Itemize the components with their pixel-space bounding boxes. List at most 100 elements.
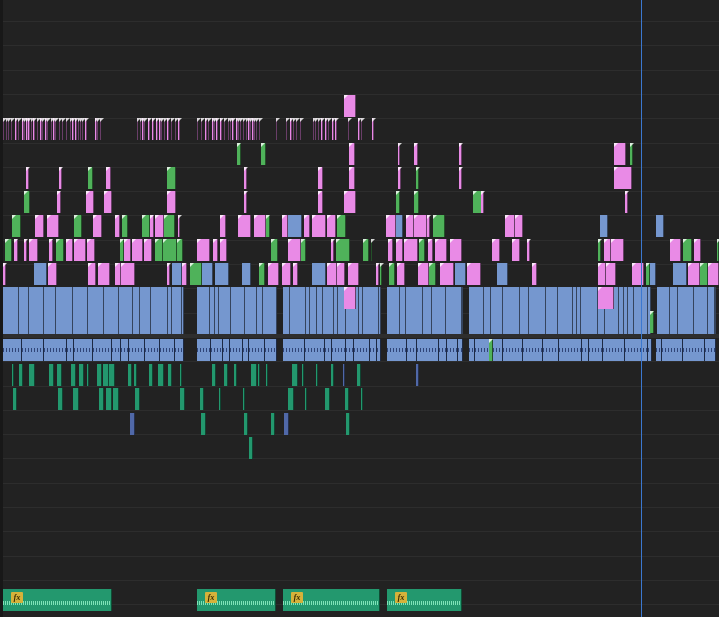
timeline-clip[interactable] [261,143,266,165]
audio-clip[interactable] [197,339,211,361]
timeline-clip[interactable] [389,263,395,285]
timeline-clip[interactable] [396,239,403,261]
timeline-clip[interactable] [224,118,228,140]
timeline-clip[interactable] [163,239,177,261]
audio-clip[interactable] [67,339,74,361]
sound-effect-clip[interactable] [97,364,102,386]
audio-clip[interactable] [458,339,463,361]
video-clip[interactable] [469,287,484,334]
video-clip[interactable] [657,287,670,334]
timeline-clip[interactable] [325,118,329,140]
timeline-clip[interactable] [18,118,22,140]
sound-effect-clip[interactable] [99,388,104,410]
timeline-clip[interactable] [208,118,212,140]
sound-effect-clip[interactable] [316,364,318,386]
sound-effect-clip[interactable] [224,364,228,386]
timeline-clip[interactable] [301,239,306,261]
timeline-clip[interactable] [348,118,352,140]
video-clip[interactable] [546,287,558,334]
timeline-clip[interactable] [197,118,201,140]
audio-clip[interactable] [305,339,325,361]
timeline-clip[interactable] [171,118,175,140]
timeline-clip[interactable] [86,191,94,213]
timeline-clip[interactable] [24,118,28,140]
timeline-clip[interactable] [683,239,692,261]
timeline-clip[interactable] [404,239,418,261]
sound-effect-clip[interactable] [58,388,63,410]
video-clip[interactable] [581,287,598,334]
timeline-clip[interactable] [87,239,95,261]
timeline-clip[interactable] [78,118,82,140]
timeline-clip[interactable] [8,118,12,140]
timeline-clip[interactable] [51,118,55,140]
timeline-clip[interactable] [57,191,61,213]
timeline-clip[interactable] [459,167,463,189]
timeline-clip[interactable] [527,239,531,261]
timeline-clip[interactable] [467,263,481,285]
video-clip[interactable] [283,287,290,334]
video-clip[interactable] [29,287,44,334]
timeline-clip[interactable] [232,118,236,140]
timeline-clip[interactable] [388,239,393,261]
sound-effect-clip[interactable] [416,364,419,386]
timeline-clip[interactable] [100,118,104,140]
timeline-clip[interactable] [428,239,433,261]
timeline-clip[interactable] [700,263,708,285]
sound-effect-clip[interactable] [29,364,35,386]
video-clip[interactable] [387,287,400,334]
timeline-clip[interactable] [28,118,32,140]
audio-clip[interactable] [387,339,407,361]
timeline-clip[interactable] [72,118,76,140]
audio-clip[interactable] [683,339,705,361]
timeline-clip[interactable] [80,118,84,140]
timeline-clip[interactable] [440,263,454,285]
video-clip[interactable] [172,287,182,334]
timeline-clip[interactable] [150,215,154,237]
timeline-clip[interactable] [427,215,431,237]
timeline-clip[interactable] [688,263,700,285]
sound-effect-clip[interactable] [113,388,119,410]
timeline-clip[interactable] [331,239,335,261]
timeline-panel[interactable]: fx fx fx fx [0,0,719,617]
timeline-clip[interactable] [598,263,606,285]
timeline-clip[interactable] [606,263,616,285]
sound-effect-clip[interactable] [345,388,349,410]
sound-effect-clip[interactable] [234,364,237,386]
timeline-clip[interactable] [31,118,35,140]
timeline-clip[interactable] [213,239,218,261]
timeline-clip[interactable] [315,118,319,140]
timeline-clip[interactable] [49,239,53,261]
audio-clip[interactable] [662,339,683,361]
timeline-clip[interactable] [363,239,369,261]
timeline-clip[interactable] [670,239,681,261]
video-clip[interactable] [104,287,119,334]
timeline-clip[interactable] [304,215,310,237]
timeline-clip[interactable] [215,263,229,285]
timeline-clip[interactable] [450,239,462,261]
timeline-clip[interactable] [11,118,15,140]
timeline-clip[interactable] [144,239,152,261]
audio-clip[interactable] [523,339,543,361]
sound-effect-clip[interactable] [49,364,54,386]
video-clip[interactable] [140,287,151,334]
timeline-clip[interactable] [106,167,111,189]
audio-clip[interactable] [648,339,652,361]
timeline-clip[interactable] [3,263,7,285]
audio-clip[interactable] [175,339,184,361]
sound-effect-clip[interactable] [180,364,182,386]
timeline-clip[interactable] [372,118,376,140]
timeline-clip[interactable] [337,215,346,237]
video-clip[interactable] [678,287,694,334]
audio-clip[interactable] [543,339,559,361]
timeline-clip[interactable] [216,118,220,140]
timeline-clip[interactable] [256,118,260,140]
timeline-clip[interactable] [318,167,323,189]
timeline-clip[interactable] [228,118,232,140]
timeline-clip[interactable] [259,263,265,285]
fx-icon[interactable]: fx [11,592,23,603]
audio-clip[interactable] [265,339,277,361]
timeline-clip[interactable] [244,191,248,213]
timeline-clip[interactable] [348,263,359,285]
video-clip[interactable] [715,287,716,334]
timeline-clip[interactable] [164,215,175,237]
